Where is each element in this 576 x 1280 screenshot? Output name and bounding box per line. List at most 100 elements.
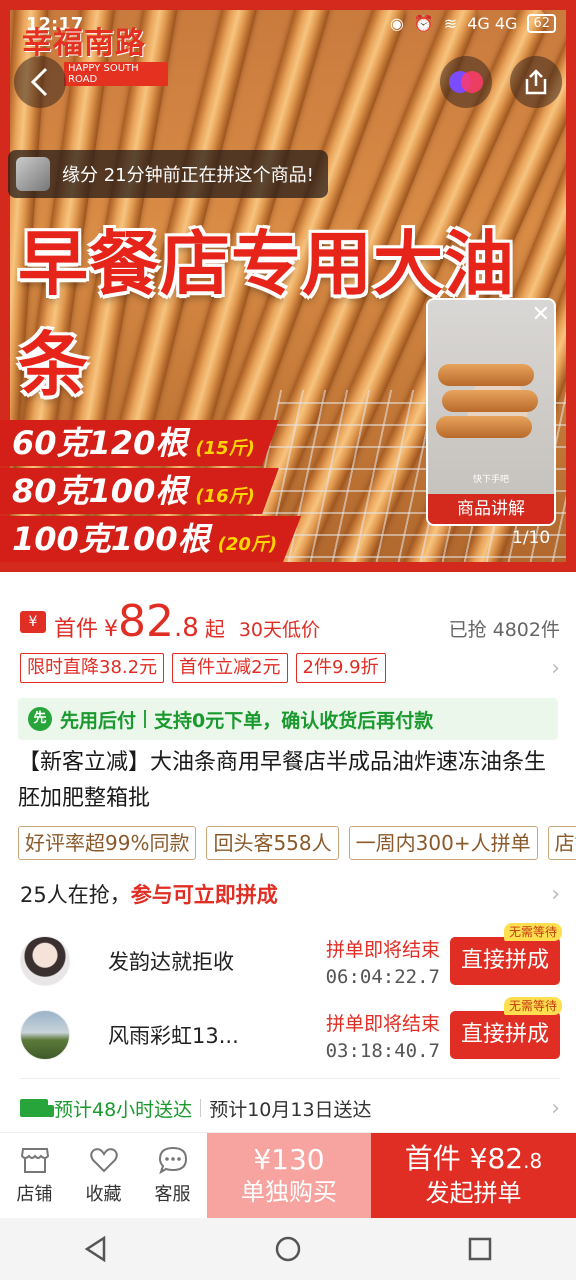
signal-icon: 4G 4G xyxy=(467,14,518,33)
review-tag[interactable]: 回头客558人 xyxy=(206,826,339,860)
pay-later-label: 先用后付 xyxy=(60,709,137,732)
product-title: 【新客立减】大油条商用早餐店半成品油炸速冻油条生胚加肥整箱批 xyxy=(18,750,547,811)
no-wait-badge: 无需等待 xyxy=(503,923,562,941)
join-group-button[interactable]: 直接拼成 无需等待 xyxy=(450,923,562,985)
eye-icon: ◉ xyxy=(389,14,404,33)
triangle-back-icon xyxy=(84,1235,106,1263)
pay-later-icon: 先 xyxy=(28,707,52,731)
notification-text: 缘分 21分钟前正在拼这个商品! xyxy=(62,165,314,186)
join-group-label: 直接拼成 xyxy=(460,1022,549,1047)
favorite-label: 收藏 xyxy=(85,1183,122,1205)
spec-main: 100克100根 xyxy=(12,520,210,558)
low-price-badge: 30天低价 xyxy=(238,619,321,641)
group-timer: 拼单即将结束 06:04:22.7 xyxy=(326,935,440,988)
customer-service-button[interactable]: 客服 xyxy=(138,1133,207,1218)
pay-later-banner[interactable]: 先 先用后付 支持0元下单，确认收货后再付款 xyxy=(18,698,558,740)
spec-weight: (15斤) xyxy=(195,438,255,459)
solo-label: 单独购买 xyxy=(241,1177,337,1206)
review-tag[interactable]: 一周内300+人拼单 xyxy=(348,826,538,860)
chevron-right-icon: › xyxy=(551,655,560,681)
review-tags: 好评率超99%同款 回头客558人 一周内300+人拼单 店铺 xyxy=(18,826,576,860)
spec-weight: (20斤) xyxy=(217,534,278,555)
group-status: 拼单即将结束 xyxy=(325,938,440,961)
group-status: 拼单即将结束 xyxy=(325,1012,440,1035)
close-icon[interactable]: ✕ xyxy=(532,302,550,327)
group-timer: 拼单即将结束 03:18:40.7 xyxy=(326,1009,440,1062)
avatar xyxy=(16,157,50,191)
back-button[interactable] xyxy=(14,56,66,108)
heart-logo-icon xyxy=(449,71,483,93)
product-image-carousel[interactable]: 12:17 ◉ ⏰ ≋ 4G 4G 62 幸福南路 HAPPY SOUTH RO… xyxy=(0,0,576,572)
chevron-left-icon xyxy=(30,67,48,97)
avatar xyxy=(20,1010,70,1060)
service-label: 客服 xyxy=(154,1183,191,1205)
buy-alone-button[interactable]: ¥130 单独购买 xyxy=(207,1133,371,1218)
wifi-icon: ≋ xyxy=(443,14,458,33)
product-video-card[interactable]: 快下手吧 ✕ 商品讲解 xyxy=(426,298,556,526)
group-user-name: 发韵达就拒收 xyxy=(108,950,234,974)
battery-icon: 62 xyxy=(527,14,556,33)
product-page: 12:17 ◉ ⏰ ≋ 4G 4G 62 幸福南路 HAPPY SOUTH RO… xyxy=(0,0,576,1280)
price-integer: 82 xyxy=(118,596,175,647)
price-from-label: 起 xyxy=(204,617,225,641)
divider xyxy=(144,710,147,728)
video-caption: 快下手吧 xyxy=(472,475,509,485)
square-recents-icon xyxy=(468,1237,492,1261)
share-icon xyxy=(525,69,547,95)
coupon-row[interactable]: 限时直降38.2元 首件立减2元 2件9.9折 › xyxy=(20,652,560,684)
group-buy-notification: 缘分 21分钟前正在拼这个商品! xyxy=(8,150,328,198)
alarm-icon: ⏰ xyxy=(413,14,434,33)
truck-icon xyxy=(20,1099,54,1117)
avatar xyxy=(20,936,70,986)
start-group-buy-button[interactable]: 首件 ¥82.8 发起拼单 xyxy=(371,1133,576,1218)
price-tag-icon: ¥ xyxy=(20,611,46,633)
group-price: 首件 ¥82.8 xyxy=(371,1141,576,1177)
favorite-store-button[interactable] xyxy=(440,56,492,108)
review-tag[interactable]: 好评率超99%同款 xyxy=(18,826,197,860)
coupon-tag: 限时直降38.2元 xyxy=(20,653,165,683)
price-row: ¥ 首件 ¥ 82 .8 起 30天低价 已抢 4802件 xyxy=(20,600,560,644)
coupon-tag: 2件9.9折 xyxy=(295,653,386,683)
spec-banner-2: 80克100根 (16斤) xyxy=(0,468,279,514)
logo-subtext: HAPPY SOUTH ROAD xyxy=(64,62,168,86)
divider xyxy=(20,1078,560,1079)
group-buy-item: 发韵达就拒收 拼单即将结束 06:04:22.7 直接拼成 无需等待 xyxy=(20,923,562,992)
price-decimal: .8 xyxy=(174,613,199,643)
group-price-integer: 82 xyxy=(487,1141,524,1175)
heart-icon xyxy=(89,1147,118,1172)
group-price-prefix: 首件 ¥ xyxy=(404,1141,488,1175)
join-group-label: 直接拼成 xyxy=(460,948,549,973)
shop-button[interactable]: 店铺 xyxy=(0,1133,69,1218)
shop-icon xyxy=(20,1147,49,1173)
chevron-right-icon: › xyxy=(551,881,560,907)
system-nav-bar xyxy=(0,1218,576,1280)
favorite-button[interactable]: 收藏 xyxy=(69,1133,138,1218)
nav-home-button[interactable] xyxy=(268,1229,308,1269)
review-tag[interactable]: 店铺 xyxy=(547,826,576,860)
currency-symbol: ¥ xyxy=(104,617,119,642)
pay-later-desc: 支持0元下单，确认收货后再付款 xyxy=(154,709,434,732)
nav-recents-button[interactable] xyxy=(460,1229,500,1269)
no-wait-badge: 无需等待 xyxy=(503,997,562,1015)
spec-main: 80克100根 xyxy=(12,472,188,510)
coupon-tag: 首件立减2元 xyxy=(172,653,288,683)
group-buy-item: 风雨彩虹13... 拼单即将结束 03:18:40.7 直接拼成 无需等待 xyxy=(20,997,562,1066)
group-join-text: 参与可立即拼成 xyxy=(130,883,278,907)
circle-home-icon xyxy=(275,1236,301,1262)
spec-banner-1: 60克120根 (15斤) xyxy=(0,420,279,466)
group-buy-header[interactable]: 25人在抢， 参与可立即拼成 › xyxy=(20,874,560,914)
bottom-action-bar: 店铺 收藏 客服 ¥130 单独购买 首件 ¥82.8 发起拼单 xyxy=(0,1132,576,1218)
spec-weight: (16斤) xyxy=(195,486,255,507)
delivery-fast: 预计48小时送达 xyxy=(54,1098,193,1121)
countdown: 06:04:22.7 xyxy=(325,965,440,988)
share-button[interactable] xyxy=(510,56,562,108)
countdown: 03:18:40.7 xyxy=(325,1039,440,1062)
group-user-name: 风雨彩虹13... xyxy=(108,1024,239,1048)
status-icons: ◉ ⏰ ≋ 4G 4G 62 xyxy=(390,14,556,33)
nav-back-button[interactable] xyxy=(76,1229,116,1269)
join-group-button[interactable]: 直接拼成 无需等待 xyxy=(450,997,562,1059)
spec-main: 60克120根 xyxy=(12,424,188,462)
delivery-row[interactable]: 预计48小时送达 预计10月13日送达 › xyxy=(20,1092,560,1124)
group-count: 25人在抢， xyxy=(20,883,131,907)
spec-banner-3: 100克100根 (20斤) xyxy=(0,516,302,562)
